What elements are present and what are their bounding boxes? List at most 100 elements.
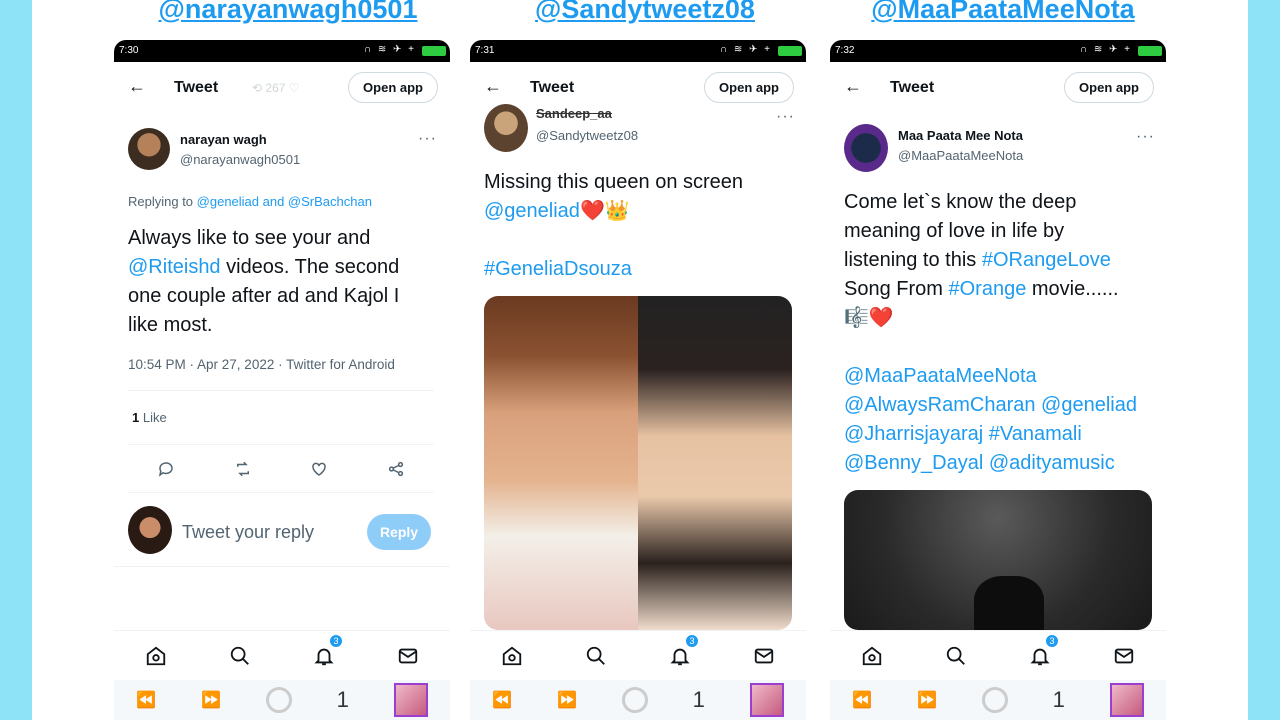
notification-badge: 3 bbox=[1045, 633, 1059, 648]
reply-input[interactable]: Tweet your reply bbox=[182, 522, 314, 543]
tab-count[interactable]: 1 bbox=[337, 687, 349, 713]
author-name[interactable]: narayan wagh bbox=[180, 132, 267, 147]
hashtag-link[interactable]: #Orange bbox=[948, 278, 1026, 300]
mention-link[interactable]: @AlwaysRamCharan @geneliad bbox=[844, 391, 1156, 420]
action-bar bbox=[128, 456, 434, 482]
author-username[interactable]: @Sandytweetz08 bbox=[536, 128, 638, 143]
avatar[interactable] bbox=[128, 128, 170, 170]
phone-screenshot-1: 7:30 ∩ ≋ ✈ + ← Tweet ⟲ 267 ♡ Open app na… bbox=[114, 40, 450, 720]
forward-icon[interactable]: ⏩ bbox=[917, 690, 937, 710]
emoji-line: 🎼❤️ bbox=[844, 307, 894, 329]
tab-thumbnail[interactable] bbox=[1109, 683, 1144, 717]
my-avatar bbox=[128, 506, 172, 554]
tweet-image[interactable] bbox=[844, 490, 1152, 630]
tweet-header: ← Tweet ⟲ 267 ♡ Open app bbox=[114, 62, 450, 114]
more-icon[interactable]: ··· bbox=[418, 130, 437, 148]
home-icon[interactable] bbox=[143, 643, 169, 669]
search-icon[interactable] bbox=[583, 643, 609, 669]
messages-icon[interactable] bbox=[395, 643, 421, 669]
forward-icon[interactable]: ⏩ bbox=[201, 690, 221, 710]
tab-thumbnail[interactable] bbox=[749, 683, 784, 717]
mention-link[interactable]: @Benny_Dayal @adityamusic bbox=[844, 449, 1156, 478]
divider bbox=[128, 492, 434, 493]
status-icons: ∩ ≋ ✈ + bbox=[1079, 44, 1132, 55]
status-bar: 7:30 ∩ ≋ ✈ + bbox=[114, 40, 450, 62]
share-icon[interactable] bbox=[384, 457, 408, 481]
more-icon[interactable]: ··· bbox=[776, 108, 795, 126]
tweet-line: meaning of love in life by bbox=[844, 220, 1065, 242]
status-icons: ∩ ≋ ✈ + bbox=[363, 44, 416, 55]
tweet-meta: 10:54 PM · Apr 27, 2022 · Twitter for An… bbox=[128, 357, 395, 372]
author-name[interactable]: Maa Paata Mee Nota bbox=[898, 128, 1023, 143]
back-arrow-icon[interactable]: ← bbox=[844, 76, 862, 97]
avatar[interactable] bbox=[844, 124, 888, 172]
status-icons: ∩ ≋ ✈ + bbox=[719, 44, 772, 55]
tab-thumbnail[interactable] bbox=[393, 683, 428, 717]
like-icon[interactable] bbox=[307, 457, 331, 481]
search-icon[interactable] bbox=[943, 643, 969, 669]
messages-icon[interactable] bbox=[751, 643, 777, 669]
tweet-line: like most. bbox=[128, 314, 213, 336]
divider bbox=[114, 566, 450, 567]
reply-icon[interactable] bbox=[154, 457, 178, 481]
avatar[interactable] bbox=[484, 104, 528, 152]
forward-icon[interactable]: ⏩ bbox=[557, 690, 577, 710]
rewind-icon[interactable]: ⏪ bbox=[492, 690, 512, 710]
emoji: ❤️👑 bbox=[579, 200, 630, 222]
tweet-line: Come let`s know the deep bbox=[844, 191, 1077, 213]
reply-button[interactable]: Reply bbox=[367, 514, 431, 550]
phone-screenshot-3: 7:32 ∩ ≋ ✈ + ← Tweet Open app Maa Paata … bbox=[830, 40, 1166, 720]
tab-count[interactable]: 1 bbox=[693, 687, 705, 713]
reload-icon[interactable] bbox=[981, 687, 1008, 713]
collage-canvas: @narayanwagh0501 @Sandytweetz08 @MaaPaat… bbox=[32, 0, 1248, 720]
battery-icon bbox=[778, 46, 802, 56]
notifications-icon[interactable]: 3 bbox=[667, 633, 699, 669]
open-app-button[interactable]: Open app bbox=[704, 72, 794, 103]
tab-count[interactable]: 1 bbox=[1053, 687, 1065, 713]
back-arrow-icon[interactable]: ← bbox=[128, 76, 146, 97]
mention-link[interactable]: @Riteishd bbox=[128, 256, 221, 278]
page-title: Tweet bbox=[174, 79, 219, 96]
tweet-line: listening to this #ORangeLove bbox=[844, 249, 1111, 271]
author-name[interactable]: Sandeep_aa bbox=[536, 106, 612, 121]
mention-link[interactable]: @MaaPaataMeeNota bbox=[844, 362, 1156, 391]
faded-retweet-count: ⟲ 267 ♡ bbox=[252, 81, 300, 95]
notifications-icon[interactable]: 3 bbox=[311, 633, 343, 669]
notifications-icon[interactable]: 3 bbox=[1027, 633, 1059, 669]
likes-count[interactable]: 1 Like bbox=[132, 410, 167, 425]
more-icon[interactable]: ··· bbox=[1136, 128, 1155, 146]
home-icon[interactable] bbox=[499, 643, 525, 669]
status-time: 7:31 bbox=[475, 45, 495, 56]
mention-link[interactable]: @geneliad bbox=[484, 200, 580, 222]
browser-nav: ⏪ ⏩ 1 bbox=[830, 680, 1166, 720]
replying-prefix: Replying to bbox=[128, 194, 197, 209]
mention-link[interactable]: @Jharrisjayaraj #Vanamali bbox=[844, 420, 1156, 449]
home-icon[interactable] bbox=[859, 643, 885, 669]
status-bar: 7:32 ∩ ≋ ✈ + bbox=[830, 40, 1166, 62]
open-app-button[interactable]: Open app bbox=[1064, 72, 1154, 103]
handle-caption-3: @MaaPaataMeeNota bbox=[871, 0, 1135, 24]
tweet-image[interactable] bbox=[484, 296, 792, 630]
search-icon[interactable] bbox=[227, 643, 253, 669]
browser-nav: ⏪ ⏩ 1 bbox=[470, 680, 806, 720]
back-arrow-icon[interactable]: ← bbox=[484, 76, 502, 97]
battery-icon bbox=[1138, 46, 1162, 56]
notification-badge: 3 bbox=[329, 633, 343, 648]
open-app-button[interactable]: Open app bbox=[348, 72, 438, 103]
battery-icon bbox=[422, 46, 446, 56]
retweet-icon[interactable] bbox=[231, 457, 255, 481]
handle-caption-1: @narayanwagh0501 bbox=[158, 0, 418, 24]
tweet-line: one couple after ad and Kajol I bbox=[128, 285, 400, 307]
rewind-icon[interactable]: ⏪ bbox=[852, 690, 872, 710]
author-username[interactable]: @MaaPaataMeeNota bbox=[898, 148, 1023, 163]
rewind-icon[interactable]: ⏪ bbox=[136, 690, 156, 710]
author-username[interactable]: @narayanwagh0501 bbox=[180, 152, 300, 167]
photo-figure bbox=[974, 576, 1044, 630]
replying-to: Replying to @geneliad and @SrBachchan bbox=[128, 194, 372, 209]
hashtag-link[interactable]: #GeneliaDsouza bbox=[484, 255, 794, 284]
replying-users-link[interactable]: @geneliad and @SrBachchan bbox=[197, 194, 372, 209]
hashtag-link[interactable]: #ORangeLove bbox=[982, 249, 1111, 271]
messages-icon[interactable] bbox=[1111, 643, 1137, 669]
reload-icon[interactable] bbox=[265, 687, 292, 713]
reload-icon[interactable] bbox=[621, 687, 648, 713]
